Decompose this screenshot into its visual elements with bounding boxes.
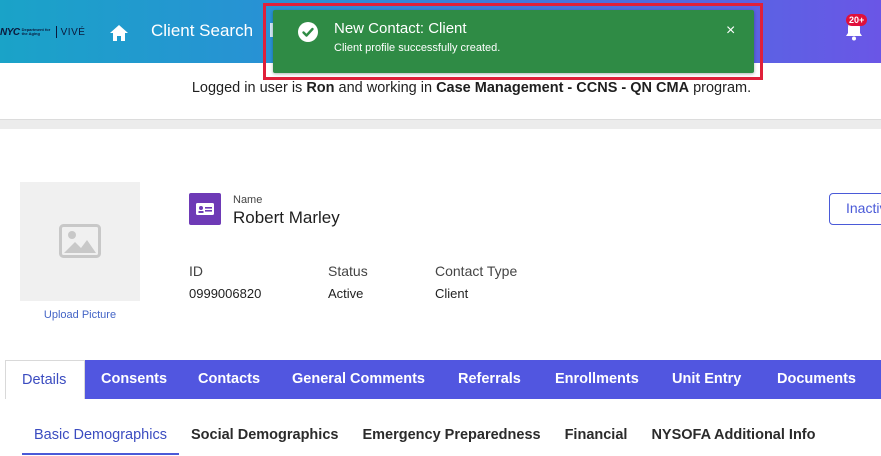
profile-photo-placeholder[interactable] xyxy=(20,182,140,301)
status-value: Active xyxy=(328,286,364,301)
upload-picture-link[interactable]: Upload Picture xyxy=(20,309,140,321)
check-circle-icon xyxy=(298,22,318,42)
toast-message: Client profile successfully created. xyxy=(334,42,501,54)
status-label: Status xyxy=(328,263,368,279)
login-suffix: program. xyxy=(689,80,752,96)
client-name: Robert Marley xyxy=(233,208,340,227)
logged-in-info: Logged in user is Ron and working in Cas… xyxy=(0,80,881,96)
subtab-financial[interactable]: Financial xyxy=(565,414,628,455)
notification-count-badge: 20+ xyxy=(846,14,868,26)
toast-title: New Contact: Client xyxy=(334,20,467,37)
subtab-social-demographics[interactable]: Social Demographics xyxy=(191,414,338,455)
login-user: Ron xyxy=(306,80,335,96)
section-divider xyxy=(0,119,881,129)
contact-type-label: Contact Type xyxy=(435,263,518,279)
name-label: Name xyxy=(233,194,263,206)
contact-card-icon xyxy=(189,193,221,225)
inactive-button[interactable]: Inactive xyxy=(829,193,881,225)
tab-details[interactable]: Details xyxy=(5,360,85,399)
id-value: 0999006820 xyxy=(189,286,262,301)
logo-separator xyxy=(55,26,57,38)
login-prefix: Logged in user is xyxy=(191,80,307,96)
subtab-basic-demographics[interactable]: Basic Demographics xyxy=(22,414,179,455)
logo-nyc: NYC xyxy=(0,26,20,38)
tab-contacts[interactable]: Contacts xyxy=(182,360,276,399)
nyc-aging-logo[interactable]: NYC Department for the Aging VIVÉ xyxy=(0,25,85,39)
contact-type-value: Client xyxy=(435,286,469,301)
login-middle: and working in xyxy=(334,80,437,96)
main-tabs: Details Consents Contacts General Commen… xyxy=(5,360,881,399)
tab-consents[interactable]: Consents xyxy=(85,360,182,399)
home-icon[interactable] xyxy=(109,24,129,42)
subtab-nysofa-additional-info[interactable]: NYSOFA Additional Info xyxy=(651,414,815,455)
image-placeholder-icon xyxy=(59,224,101,258)
tab-referrals[interactable]: Referrals xyxy=(442,360,539,399)
tab-unit-entry[interactable]: Unit Entry xyxy=(656,360,761,399)
id-label: ID xyxy=(189,263,203,279)
nav-client-search[interactable]: Client Search xyxy=(151,21,253,41)
subtab-emergency-preparedness[interactable]: Emergency Preparedness xyxy=(362,414,540,455)
logo-vive: VIVÉ xyxy=(60,26,86,38)
close-icon[interactable]: × xyxy=(726,22,735,40)
tab-enrollments[interactable]: Enrollments xyxy=(539,360,656,399)
success-toast: New Contact: Client Client profile succe… xyxy=(273,10,754,73)
detail-subtabs: Basic Demographics Social Demographics E… xyxy=(22,414,816,455)
login-program: Case Management - CCNS - QN CMA xyxy=(436,80,690,96)
logo-dept: Department for the Aging xyxy=(21,27,51,36)
tab-general-comments[interactable]: General Comments xyxy=(276,360,442,399)
tab-documents[interactable]: Documents xyxy=(761,360,881,399)
